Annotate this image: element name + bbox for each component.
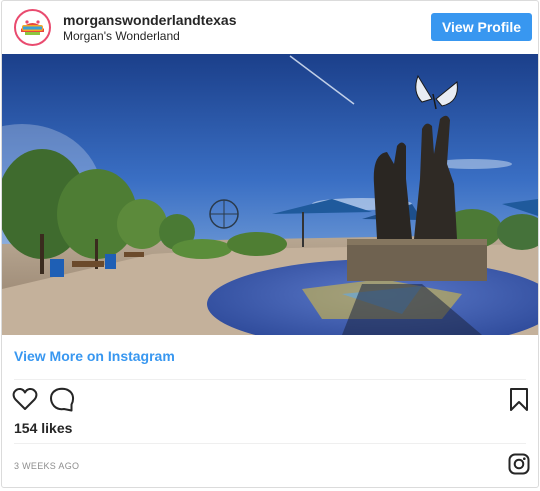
instagram-logo-icon[interactable]: [508, 453, 530, 475]
instagram-embed-card: morganswonderlandtexas Morgan's Wonderla…: [1, 0, 539, 488]
full-name: Morgan's Wonderland: [63, 29, 180, 43]
avatar[interactable]: [14, 9, 51, 46]
morgans-wonderland-logo-icon: [16, 11, 49, 44]
bookmark-icon[interactable]: [509, 387, 529, 412]
park-sculpture-photo: [2, 54, 538, 335]
post-timestamp: 3 WEEKS AGO: [14, 461, 80, 471]
comment-icon[interactable]: [49, 387, 75, 412]
post-photo[interactable]: [2, 54, 538, 335]
heart-icon[interactable]: [12, 387, 38, 411]
post-header: morganswonderlandtexas Morgan's Wonderla…: [2, 1, 538, 53]
likes-count[interactable]: 154 likes: [14, 420, 72, 436]
username[interactable]: morganswonderlandtexas: [63, 12, 237, 28]
divider: [14, 443, 526, 444]
view-more-link[interactable]: View More on Instagram: [14, 348, 175, 364]
view-profile-button[interactable]: View Profile: [431, 13, 532, 41]
divider: [14, 379, 526, 380]
